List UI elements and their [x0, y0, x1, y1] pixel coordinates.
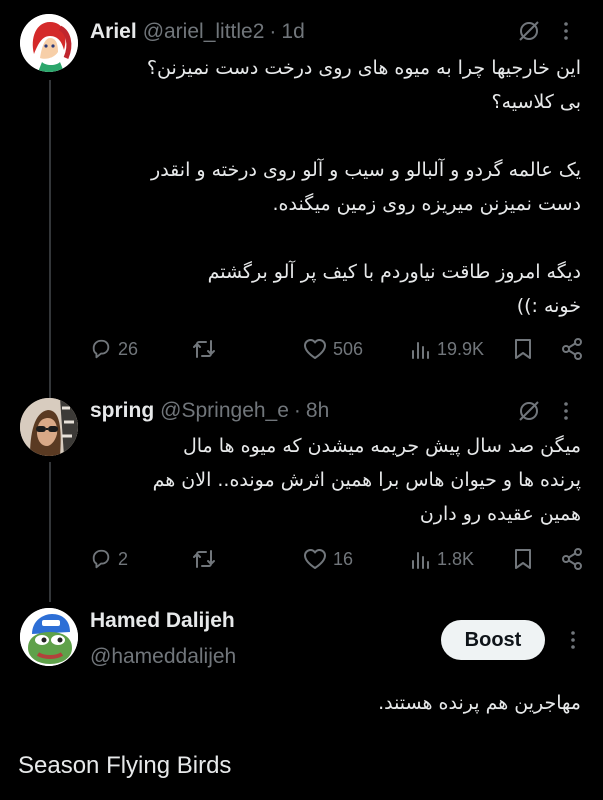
bookmark-button[interactable] — [514, 544, 532, 574]
caption: Season Flying Birds — [18, 752, 232, 779]
share-button[interactable] — [560, 334, 584, 364]
views-button[interactable]: 1.8K — [411, 544, 474, 574]
like-icon — [304, 549, 326, 569]
more-icon[interactable] — [563, 401, 569, 421]
reply-button[interactable]: 2 — [90, 544, 128, 574]
handle[interactable]: @hameddalijeh — [90, 645, 236, 669]
repost-button[interactable] — [192, 544, 222, 574]
separator: · — [293, 399, 301, 422]
reply-count: 2 — [118, 548, 129, 569]
reply-icon — [92, 339, 110, 359]
share-icon — [562, 338, 582, 360]
bookmark-icon — [515, 549, 531, 569]
views-icon — [412, 342, 429, 359]
post-header: Hamed Dalijeh — [90, 606, 235, 636]
post-text: میگن صد سال پیش جریمه میشدن که میوه ها م… — [152, 435, 581, 525]
timestamp[interactable]: 1d — [281, 20, 304, 44]
avatar-image — [20, 608, 78, 666]
separator: · — [269, 20, 277, 43]
post-header: Ariel @ariel_little2 · 1d — [90, 17, 305, 47]
share-icon — [562, 548, 582, 570]
thread-line — [49, 80, 51, 398]
reply-count: 26 — [118, 338, 139, 359]
post-subheader: @hameddalijeh — [90, 642, 236, 672]
post-text: این خارجیها چرا به میوه های روی درخت دست… — [146, 57, 581, 317]
avatar[interactable] — [20, 608, 78, 666]
views-count: 19.9K — [437, 338, 485, 359]
action-bar: 26 506 19.9K — [90, 334, 585, 364]
views-button[interactable]: 19.9K — [411, 334, 484, 364]
reply-icon — [92, 549, 110, 569]
grok-icon[interactable] — [517, 399, 541, 423]
repost-button[interactable] — [192, 334, 222, 364]
thread-line — [49, 462, 51, 602]
share-button[interactable] — [560, 544, 584, 574]
action-bar: 2 16 1.8K — [90, 544, 585, 574]
like-count: 506 — [333, 338, 364, 359]
views-count: 1.8K — [437, 548, 475, 569]
repost-icon — [193, 550, 215, 568]
views-icon — [412, 552, 429, 569]
avatar-image — [20, 14, 78, 72]
like-icon — [304, 339, 326, 359]
post-header: spring @Springeh_e · 8h — [90, 396, 329, 426]
bookmark-button[interactable] — [514, 334, 532, 364]
bookmark-icon — [515, 339, 531, 359]
avatar-image — [20, 398, 78, 456]
handle[interactable]: @Springeh_e — [160, 399, 289, 423]
boost-button[interactable]: Boost — [441, 620, 545, 660]
like-count: 16 — [333, 548, 354, 569]
avatar[interactable] — [20, 14, 78, 72]
display-name[interactable]: Ariel — [90, 20, 137, 44]
like-button[interactable]: 506 — [303, 334, 363, 364]
avatar[interactable] — [20, 398, 78, 456]
header-actions — [517, 19, 569, 43]
display-name[interactable]: spring — [90, 399, 154, 423]
like-button[interactable]: 16 — [303, 544, 353, 574]
display-name[interactable]: Hamed Dalijeh — [90, 609, 235, 633]
header-actions — [517, 399, 569, 423]
repost-icon — [193, 340, 215, 358]
more-icon[interactable] — [563, 21, 569, 41]
more-icon[interactable] — [570, 630, 576, 650]
timestamp[interactable]: 8h — [306, 399, 329, 423]
post-text: مهاجرین هم پرنده هستند. — [378, 692, 581, 714]
reply-button[interactable]: 26 — [90, 334, 138, 364]
handle[interactable]: @ariel_little2 — [143, 20, 265, 44]
grok-icon[interactable] — [517, 19, 541, 43]
